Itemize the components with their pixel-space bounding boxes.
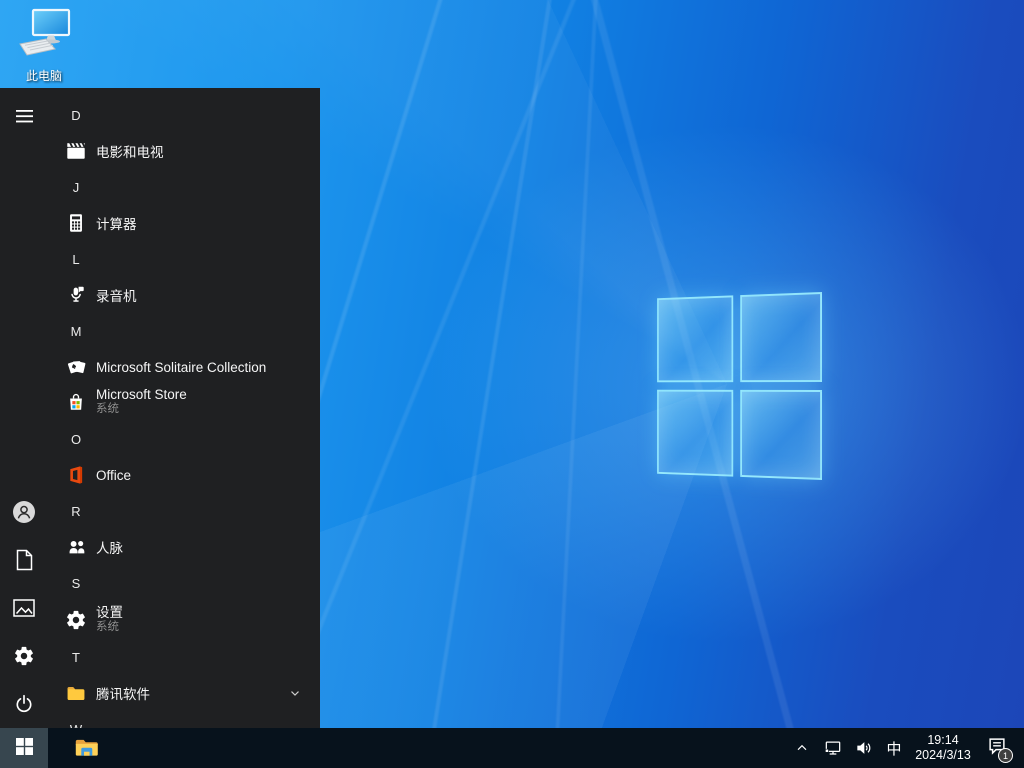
start-menu-app-item[interactable]: Microsoft Solitaire Collection	[0, 350, 320, 384]
rail-documents-button[interactable]	[0, 536, 48, 584]
section-header[interactable]: M	[0, 312, 320, 350]
section-header[interactable]: J	[0, 168, 320, 206]
section-header[interactable]: D	[0, 96, 320, 134]
rail-hamburger-button[interactable]	[0, 92, 48, 140]
explorer-icon	[73, 736, 99, 761]
section-letter: R	[71, 503, 81, 519]
windows-logo-pane	[740, 292, 822, 383]
taskbar: 中 19:14 2024/3/13 1	[0, 728, 1024, 768]
start-menu-app-item[interactable]: Office	[0, 458, 320, 492]
volume-icon[interactable]	[851, 728, 877, 768]
section-header[interactable]: S	[0, 564, 320, 602]
windows-icon	[15, 738, 33, 758]
rail-account-button[interactable]	[0, 488, 48, 536]
rail-power-button[interactable]	[0, 680, 48, 728]
section-letter: S	[71, 575, 81, 591]
people-icon	[65, 536, 87, 558]
section-letter: J	[72, 179, 80, 195]
rail-pictures-button[interactable]	[0, 584, 48, 632]
app-label: 计算器	[96, 217, 137, 232]
chevron-down-icon[interactable]	[288, 686, 302, 700]
hamburger-icon	[15, 109, 33, 123]
start-menu-rail	[0, 88, 48, 728]
voice-recorder-icon	[65, 284, 87, 306]
section-letter: D	[71, 107, 81, 123]
app-sublabel: 系统	[96, 621, 119, 633]
this-pc-icon	[16, 8, 72, 65]
ime-indicator[interactable]: 中	[882, 738, 906, 759]
system-tray: 中 19:14 2024/3/13 1	[789, 728, 1024, 768]
calculator-icon	[65, 212, 87, 234]
notification-badge: 1	[998, 748, 1013, 763]
section-letter: T	[72, 649, 80, 665]
network-icon[interactable]	[820, 728, 846, 768]
file-explorer-button[interactable]	[63, 728, 109, 768]
app-label: 电影和电视	[96, 145, 164, 160]
user-icon	[12, 500, 36, 524]
movies-tv-icon	[65, 140, 87, 162]
this-pc-desktop-icon[interactable]: 此电脑	[8, 8, 80, 84]
start-button[interactable]	[0, 728, 48, 768]
solitaire-icon	[65, 356, 87, 378]
clock-date: 2024/3/13	[915, 748, 971, 762]
settings-icon	[65, 609, 87, 631]
start-menu-app-list: D 电影和电视 J 计算器 L 录音机 M Microsoft Solitaire Colle…	[0, 96, 320, 748]
start-menu-app-item[interactable]: 人脉	[0, 530, 320, 564]
app-label: 设置	[96, 605, 123, 620]
this-pc-label: 此电脑	[25, 69, 62, 83]
folder-icon	[65, 682, 87, 704]
app-label: 人脉	[96, 541, 123, 556]
gear-icon	[13, 645, 35, 667]
clock-time: 19:14	[927, 733, 959, 747]
section-header[interactable]: O	[0, 420, 320, 458]
pictures-icon	[13, 599, 35, 617]
section-letter: M	[70, 323, 82, 339]
start-menu: D 电影和电视 J 计算器 L 录音机 M Microsoft Solitaire Colle…	[0, 88, 320, 737]
section-header[interactable]: T	[0, 638, 320, 676]
power-icon	[13, 693, 35, 715]
wallpaper-windows-logo	[657, 292, 822, 480]
app-label: Microsoft Solitaire Collection	[96, 359, 267, 375]
windows-logo-pane	[740, 389, 822, 480]
section-letter: O	[70, 431, 82, 447]
action-center-button[interactable]: 1	[980, 728, 1014, 768]
document-icon	[14, 549, 34, 571]
section-letter: L	[72, 251, 80, 267]
app-label: 腾讯软件	[96, 687, 150, 702]
section-header[interactable]: R	[0, 492, 320, 530]
windows-logo-pane	[657, 295, 734, 383]
app-label: Microsoft Store	[96, 387, 187, 402]
app-sublabel: 系统	[96, 403, 119, 415]
start-menu-app-item[interactable]: 计算器	[0, 206, 320, 240]
start-menu-app-item[interactable]: 录音机	[0, 278, 320, 312]
taskbar-clock[interactable]: 19:14 2024/3/13	[911, 733, 975, 763]
start-menu-app-item[interactable]: 腾讯软件	[0, 676, 320, 710]
rail-settings-button[interactable]	[0, 632, 48, 680]
desktop-surface[interactable]: 此电脑 D 电影和电视 J 计算器 L 录音机 M Microsoft Solitaire C…	[0, 0, 1024, 768]
tray-overflow-chevron-up-icon[interactable]	[789, 728, 815, 768]
office-icon	[65, 464, 87, 486]
start-menu-app-item[interactable]: Microsoft Store 系统	[0, 384, 320, 420]
section-header[interactable]: L	[0, 240, 320, 278]
start-menu-app-item[interactable]: 电影和电视	[0, 134, 320, 168]
store-icon	[65, 391, 87, 413]
app-label: 录音机	[96, 289, 137, 304]
start-menu-app-item[interactable]: 设置 系统	[0, 602, 320, 638]
app-label: Office	[96, 467, 132, 483]
windows-logo-pane	[657, 389, 734, 477]
